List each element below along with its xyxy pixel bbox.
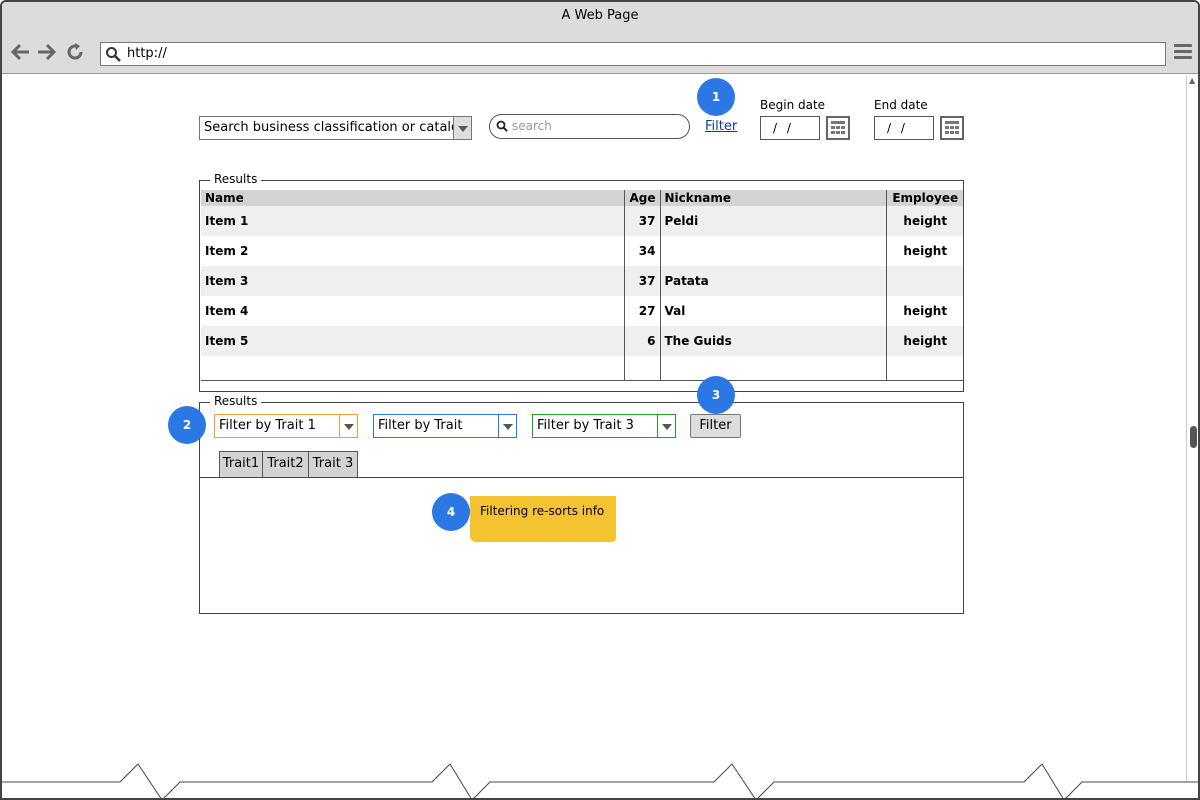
search-placeholder: search [512,119,552,133]
table-row[interactable]: Item 2 34 height [201,236,963,266]
column-header-employee[interactable]: Employee [886,190,963,206]
cell-age: 37 [624,206,661,236]
table-row-empty [201,356,963,380]
column-header-name[interactable]: Name [201,190,626,206]
cell-nickname: Peldi [660,206,888,236]
scrollbar-thumb[interactable] [1190,426,1197,448]
cell-nickname: Val [660,296,888,326]
cell-age: 34 [624,236,661,266]
cell-employee: height [886,296,963,326]
cell-age: 6 [624,326,661,356]
filter-trait1-select[interactable]: Filter by Trait 1 [214,414,358,438]
cell-name: Item 4 [201,296,626,326]
column-header-age[interactable]: Age [624,190,661,206]
vertical-scrollbar[interactable]: ▲ [1186,76,1198,782]
browser-window: A Web Page http:// ▲ Search business cla… [0,0,1200,800]
window-title: A Web Page [2,2,1198,32]
annotation-bubble-3: 3 [697,376,735,414]
filter-link[interactable]: Filter [705,119,737,134]
hamburger-menu-icon[interactable] [1174,44,1192,60]
back-arrow-icon[interactable] [10,42,32,64]
cell-nickname [660,236,888,266]
filters-group-legend: Results [210,394,262,408]
cell-name: Item 5 [201,326,626,356]
column-header-nickname[interactable]: Nickname [660,190,888,206]
classification-select-value: Search business classification or catalo… [204,120,468,135]
calendar-icon[interactable] [940,116,964,140]
cell-employee [886,266,963,296]
results-table: Name Age Nickname Employee Item 1 37 Pel… [201,190,963,380]
page-tear-edge [2,763,1198,798]
table-row[interactable]: Item 1 37 Peldi height [201,206,963,236]
browser-navbar: http:// [2,32,1198,74]
dropdown-arrow-icon[interactable] [453,117,471,139]
cell-employee: height [886,236,963,266]
annotation-bubble-4: 4 [432,493,470,531]
annotation-bubble-1: 1 [697,78,735,116]
search-icon [106,47,121,62]
table-bottom-border [201,380,963,381]
tab-trait3[interactable]: Trait 3 [308,451,358,477]
sticky-note: Filtering re-sorts info [470,496,616,542]
cell-age: 37 [624,266,661,296]
forward-arrow-icon[interactable] [35,42,57,64]
begin-date-input[interactable]: / / [760,116,820,140]
table-row[interactable]: Item 5 6 The Guids height [201,326,963,356]
tab-trait1[interactable]: Trait1 [219,451,263,477]
results-table-legend: Results [210,172,262,186]
search-input[interactable]: search [489,114,690,139]
end-date-label: End date [874,98,928,112]
url-text: http:// [127,46,167,61]
search-icon [496,120,508,132]
filter-trait3-value: Filter by Trait 3 [537,418,634,433]
begin-date-label: Begin date [760,98,826,112]
dropdown-arrow-icon[interactable] [498,415,516,437]
cell-nickname: Patata [660,266,888,296]
cell-age: 27 [624,296,661,326]
cell-employee: height [886,326,963,356]
table-header-row: Name Age Nickname Employee [201,190,963,206]
filter-trait3-select[interactable]: Filter by Trait 3 [532,414,676,438]
filter-trait2-value: Filter by Trait [378,418,463,433]
dropdown-arrow-icon[interactable] [339,415,357,437]
cell-name: Item 3 [201,266,626,296]
dropdown-arrow-icon[interactable] [657,415,675,437]
cell-nickname: The Guids [660,326,888,356]
end-date-input[interactable]: / / [874,116,934,140]
reload-icon[interactable] [64,42,86,64]
filter-trait1-value: Filter by Trait 1 [219,418,316,433]
calendar-icon[interactable] [826,116,850,140]
cell-employee: height [886,206,963,236]
classification-select[interactable]: Search business classification or catalo… [199,116,472,140]
url-bar[interactable]: http:// [100,42,1166,66]
filter-button[interactable]: Filter [690,414,741,438]
table-row[interactable]: Item 3 37 Patata [201,266,963,296]
cell-name: Item 1 [201,206,626,236]
cell-name: Item 2 [201,236,626,266]
annotation-bubble-2: 2 [168,406,206,444]
scroll-up-arrow-icon[interactable]: ▲ [1189,76,1195,85]
table-row[interactable]: Item 4 27 Val height [201,296,963,326]
filter-trait2-select[interactable]: Filter by Trait [373,414,517,438]
tab-trait2[interactable]: Trait2 [262,451,309,477]
